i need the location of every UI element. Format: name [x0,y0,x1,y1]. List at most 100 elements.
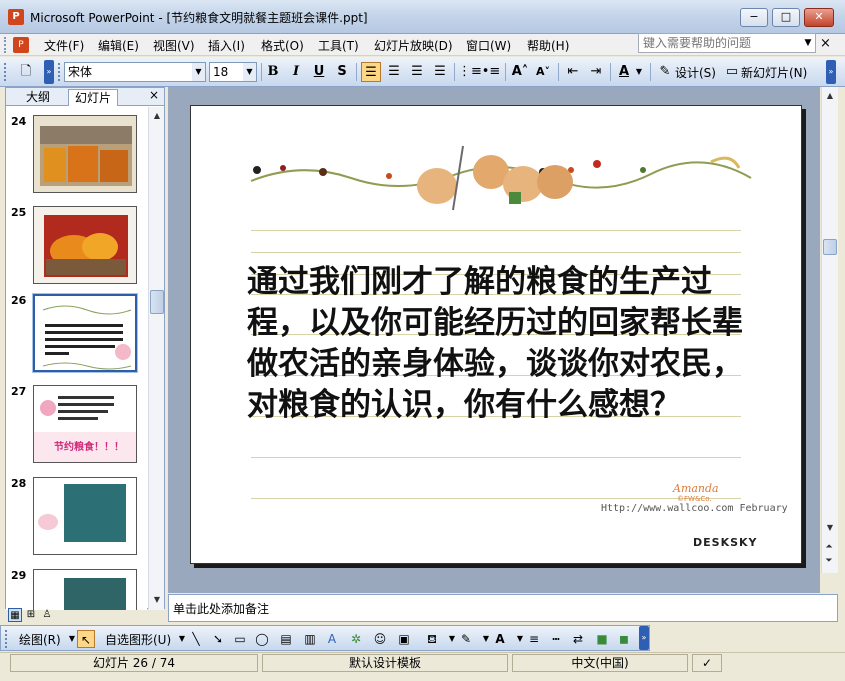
shadow-style-icon[interactable]: ■ [593,630,611,648]
line-color-icon[interactable]: ✎ [457,630,475,648]
toolbar-options-icon[interactable]: » [639,626,649,650]
line-tool-icon[interactable]: ╲ [187,630,205,648]
menu-grip[interactable] [4,37,8,53]
align-center-icon[interactable]: ☰ [384,62,404,82]
slide-thumbnail-item[interactable]: 25 [6,206,147,292]
slide-sorter-icon[interactable]: ⊞ [24,608,38,622]
normal-view-icon[interactable]: ▦ [8,608,22,622]
arrow-style-icon[interactable]: ⇄ [569,630,587,648]
toolbar-grip[interactable] [58,63,61,81]
rectangle-tool-icon[interactable]: ▭ [231,630,249,648]
menu-help[interactable]: 帮助(H) [527,37,569,54]
select-pointer-icon[interactable]: ↖ [77,630,95,648]
slide-thumbnail-item[interactable]: 29 [6,569,147,610]
current-slide[interactable]: 通过我们刚才了解的粮食的生产过程，以及你可能经历过的回家帮长辈做农活的亲身体验，… [190,105,802,564]
autoshapes-button[interactable]: 自选图形(U) [105,631,171,648]
increase-indent-icon[interactable]: ⇥ [586,62,606,82]
italic-button[interactable]: I [286,62,306,82]
language-label[interactable]: 中文(中国) [512,654,688,672]
menu-tools[interactable]: 工具(T) [318,37,359,54]
scroll-down-icon[interactable]: ▼ [150,593,164,607]
font-color-icon[interactable]: A [614,62,634,82]
spellcheck-icon[interactable]: ✓ [692,654,722,672]
decrease-font-icon[interactable]: A˅ [533,62,553,82]
new-slide-icon[interactable]: ▭ [722,62,742,82]
design-button[interactable]: 设计(S) [675,64,716,81]
toolbar-grip[interactable] [5,630,8,648]
scroll-up-icon[interactable]: ▲ [150,109,164,123]
new-document-icon[interactable]: 🗋 [16,62,36,82]
shadow-button[interactable]: S [332,62,352,82]
slide-scrollbar[interactable]: ▲ ▼ [821,87,838,573]
close-button[interactable]: ✕ [804,8,834,27]
powerpoint-icon[interactable]: P [8,9,24,25]
design-template-label[interactable]: 默认设计模板 [262,654,508,672]
menu-slideshow[interactable]: 幻灯片放映(D) [374,37,453,54]
slide-thumbnail[interactable] [33,115,137,193]
font-name-select[interactable]: 宋体 ▼ [64,62,206,82]
document-close-button[interactable]: × [820,36,831,51]
help-search-input[interactable] [638,33,816,53]
menu-format[interactable]: 格式(O) [261,37,304,54]
toolbar-options-icon[interactable]: » [826,60,836,84]
slide-thumbnail-item[interactable]: 24 [6,115,147,201]
tab-slides[interactable]: 幻灯片 [68,89,119,106]
scroll-down-icon[interactable]: ▼ [823,521,837,535]
notes-pane[interactable]: 单击此处添加备注 [168,594,838,622]
document-icon[interactable]: P [13,37,29,53]
slide-body-text[interactable]: 通过我们刚才了解的粮食的生产过程，以及你可能经历过的回家帮长辈做农活的亲身体验，… [247,262,747,426]
menu-window[interactable]: 窗口(W) [466,37,511,54]
font-color-icon[interactable]: A [491,630,509,648]
maximize-button[interactable]: □ [772,8,800,27]
tab-outline[interactable]: 大纲 [20,89,56,106]
wordart-icon[interactable]: A [323,630,341,648]
diagram-icon[interactable]: ✲ [347,630,365,648]
decrease-indent-icon[interactable]: ⇤ [563,62,583,82]
line-style-icon[interactable]: ≡ [525,630,543,648]
menu-insert[interactable]: 插入(I) [208,37,245,54]
slide-thumbnail-item[interactable]: 27 节约粮食！！！ [6,385,147,471]
slide-thumbnail[interactable] [33,477,137,555]
textbox-tool-icon[interactable]: ▤ [277,630,295,648]
oval-tool-icon[interactable]: ◯ [253,630,271,648]
scroll-thumb[interactable] [150,290,164,314]
clipart-icon[interactable]: ☺ [371,630,389,648]
align-right-icon[interactable]: ☰ [407,62,427,82]
align-left-icon[interactable]: ☰ [361,62,381,82]
slide-thumbnail[interactable] [32,293,138,373]
slide-thumbnail[interactable]: 节约粮食！！！ [33,385,137,463]
slide-thumbnail-item[interactable]: 28 [6,477,147,563]
align-justify-icon[interactable]: ☰ [430,62,450,82]
dash-style-icon[interactable]: ┅ [547,630,565,648]
toolbar-grip[interactable] [4,63,7,81]
chevron-down-icon[interactable]: ▼ [243,63,256,81]
chevron-down-icon[interactable]: ▼ [192,63,205,81]
scroll-thumb[interactable] [823,239,837,255]
font-size-select[interactable]: 18 ▼ [209,62,257,82]
3d-style-icon[interactable]: ◼ [615,630,633,648]
thumbnail-scrollbar[interactable]: ▲ ▼ [148,107,164,610]
fill-color-icon[interactable]: ⛾ [423,630,441,648]
scroll-up-icon[interactable]: ▲ [823,89,837,103]
arrow-tool-icon[interactable]: ➘ [209,630,227,648]
menu-view[interactable]: 视图(V) [153,37,195,54]
next-slide-icon[interactable]: ⏷ [822,554,836,568]
design-icon[interactable]: ✎ [655,62,675,82]
vertical-textbox-icon[interactable]: ▥ [301,630,319,648]
minimize-button[interactable]: − [740,8,768,27]
chevron-down-icon[interactable]: ▼ [800,33,816,53]
bulleted-list-icon[interactable]: •≡ [481,62,501,82]
increase-font-icon[interactable]: A˄ [510,62,530,82]
slide-thumbnail-item[interactable]: 26 [6,293,147,380]
previous-slide-icon[interactable]: ⏶ [822,540,836,554]
numbered-list-icon[interactable]: ⋮≡ [458,62,482,82]
draw-menu-button[interactable]: 绘图(R) [19,631,61,648]
close-icon[interactable]: × [149,88,159,102]
new-slide-button[interactable]: 新幻灯片(N) [741,64,807,81]
slide-thumbnail[interactable] [33,206,137,284]
chevron-down-icon[interactable]: ▼ [633,62,645,82]
menu-file[interactable]: 文件(F) [44,37,84,54]
bold-button[interactable]: B [263,62,283,82]
toolbar-options-icon[interactable]: » [44,60,54,84]
picture-icon[interactable]: ▣ [395,630,413,648]
